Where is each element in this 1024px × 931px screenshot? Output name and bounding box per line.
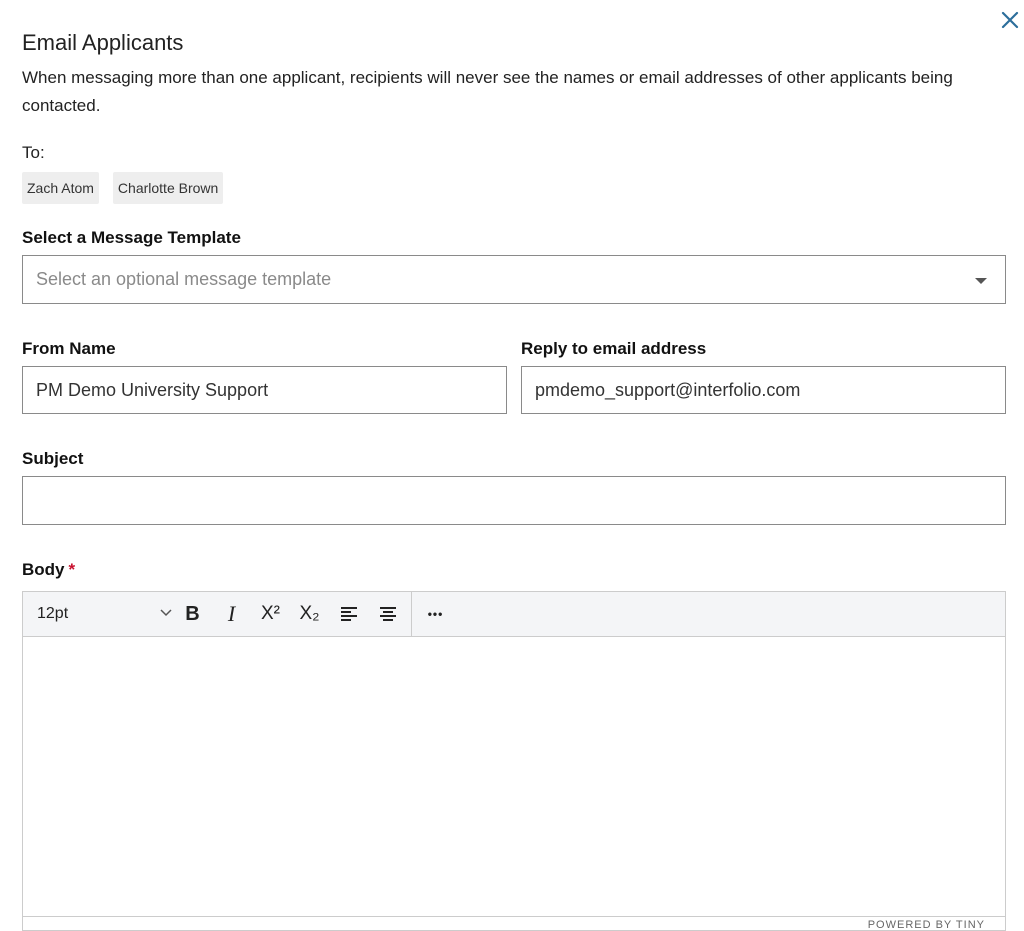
dialog-title: Email Applicants	[22, 30, 184, 55]
superscript-button[interactable]: X²	[251, 592, 290, 637]
editor-statusbar: POWERED BY TINY	[23, 916, 1005, 931]
reply-to-field[interactable]: pmdemo_support@interfolio.com	[521, 366, 1006, 414]
rich-text-editor: 12pt B I X² X₂ ••• POWERED BY TINY	[22, 591, 1006, 931]
close-icon	[1001, 11, 1019, 29]
superscript-icon: X²	[261, 603, 280, 624]
template-select[interactable]: Select an optional message template	[22, 255, 1006, 304]
dialog-description: When messaging more than one applicant, …	[22, 68, 953, 115]
more-button[interactable]: •••	[416, 592, 455, 637]
align-left-button[interactable]	[329, 592, 368, 637]
bold-icon: B	[185, 602, 200, 625]
font-size-value: 12pt	[37, 605, 69, 622]
subject-label: Subject	[22, 449, 84, 468]
from-name-field[interactable]: PM Demo University Support	[22, 366, 507, 414]
from-name-value: PM Demo University Support	[36, 379, 269, 400]
bold-button[interactable]: B	[173, 592, 212, 637]
italic-button[interactable]: I	[212, 592, 251, 637]
align-center-button[interactable]	[368, 592, 407, 637]
from-name-label: From Name	[22, 339, 116, 358]
subscript-button[interactable]: X₂	[290, 592, 329, 637]
reply-to-value: pmdemo_support@interfolio.com	[535, 379, 801, 400]
powered-by-label: POWERED BY TINY	[867, 919, 985, 931]
font-size-select[interactable]: 12pt	[23, 592, 173, 637]
recipient-chip: Zach Atom	[22, 172, 99, 204]
italic-icon: I	[227, 601, 236, 626]
recipient-chips: Zach Atom Charlotte Brown	[22, 172, 224, 204]
template-label: Select a Message Template	[22, 228, 241, 247]
dropdown-caret-icon	[975, 278, 987, 284]
recipient-chip: Charlotte Brown	[112, 172, 224, 204]
toolbar-divider	[411, 591, 412, 637]
more-icon: •••	[427, 607, 444, 621]
required-marker: *	[68, 560, 76, 579]
to-label: To:	[22, 143, 45, 162]
reply-to-label: Reply to email address	[521, 339, 707, 358]
align-center-icon	[379, 607, 396, 621]
body-editor-area[interactable]	[23, 637, 1005, 917]
body-label: Body *	[22, 560, 75, 580]
template-placeholder: Select an optional message template	[36, 269, 332, 289]
subject-input[interactable]	[22, 476, 1006, 525]
chevron-down-icon	[160, 608, 172, 616]
subscript-icon: X₂	[299, 603, 320, 624]
close-button[interactable]	[996, 6, 1024, 34]
editor-toolbar: 12pt B I X² X₂ •••	[23, 591, 1005, 637]
align-left-icon	[340, 607, 357, 621]
body-label-text: Body	[22, 560, 65, 579]
